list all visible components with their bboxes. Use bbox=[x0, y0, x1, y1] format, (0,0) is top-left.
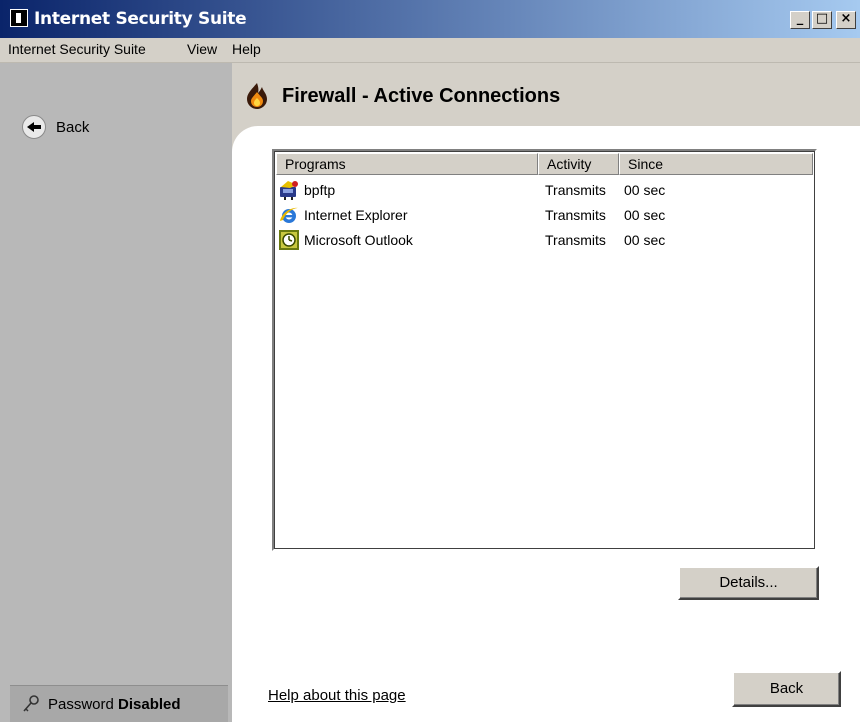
maximize-button[interactable]: □ bbox=[812, 11, 832, 29]
bpftp-icon bbox=[280, 180, 298, 200]
page-header: Firewall - Active Connections bbox=[244, 82, 560, 110]
since-cell: 00 sec bbox=[624, 181, 666, 198]
password-label: Password bbox=[48, 696, 114, 713]
connections-list[interactable]: Programs Activity Since bpftp Transmits … bbox=[272, 149, 817, 551]
program-cell: bpftp bbox=[276, 179, 538, 201]
back-button[interactable]: Back bbox=[732, 671, 841, 707]
sidebar-back-label: Back bbox=[56, 118, 90, 136]
menu-internet-security-suite[interactable]: Internet Security Suite bbox=[8, 41, 146, 57]
menu-bar: Internet Security Suite View Help bbox=[0, 38, 860, 63]
app-icon bbox=[10, 9, 28, 27]
help-link[interactable]: Help about this page bbox=[268, 687, 406, 704]
page-title: Firewall - Active Connections bbox=[282, 84, 561, 107]
password-status-text: Password Disabled bbox=[48, 696, 181, 713]
minimize-button[interactable]: _ bbox=[790, 11, 810, 29]
menu-help[interactable]: Help bbox=[232, 41, 261, 57]
table-row[interactable]: Microsoft Outlook Transmits 00 sec bbox=[276, 227, 813, 252]
left-panel: Back Password Disabled bbox=[0, 63, 232, 722]
program-name: Internet Explorer bbox=[304, 206, 408, 223]
table-row[interactable]: bpftp Transmits 00 sec bbox=[276, 177, 813, 202]
list-rows: bpftp Transmits 00 sec Internet Explorer… bbox=[276, 177, 813, 252]
column-header-since[interactable]: Since bbox=[619, 153, 813, 175]
column-header-activity[interactable]: Activity bbox=[538, 153, 619, 175]
menu-view[interactable]: View bbox=[187, 41, 217, 57]
table-row[interactable]: Internet Explorer Transmits 00 sec bbox=[276, 202, 813, 227]
details-button[interactable]: Details... bbox=[678, 566, 819, 600]
program-cell: Internet Explorer bbox=[276, 204, 538, 226]
since-cell: 00 sec bbox=[624, 231, 666, 248]
window-controls: _ □ × bbox=[790, 11, 856, 29]
activity-cell: Transmits bbox=[545, 181, 606, 198]
key-icon bbox=[23, 695, 39, 712]
internet-explorer-icon bbox=[280, 207, 298, 223]
since-cell: 00 sec bbox=[624, 206, 666, 223]
password-status-bar[interactable]: Password Disabled bbox=[10, 685, 228, 722]
list-header: Programs Activity Since bbox=[276, 153, 813, 175]
column-header-programs[interactable]: Programs bbox=[276, 153, 538, 175]
window-title: Internet Security Suite bbox=[34, 9, 247, 29]
activity-cell: Transmits bbox=[545, 231, 606, 248]
program-cell: Microsoft Outlook bbox=[276, 229, 538, 251]
program-name: Microsoft Outlook bbox=[304, 231, 413, 248]
outlook-icon bbox=[279, 229, 299, 250]
program-name: bpftp bbox=[304, 181, 336, 198]
back-arrow-icon bbox=[22, 115, 46, 139]
sidebar-back-link[interactable]: Back bbox=[22, 115, 89, 139]
close-button[interactable]: × bbox=[836, 11, 856, 29]
title-bar[interactable]: Internet Security Suite _ □ × bbox=[0, 0, 860, 38]
flame-icon bbox=[247, 83, 267, 109]
activity-cell: Transmits bbox=[545, 206, 606, 223]
password-status-value: Disabled bbox=[118, 696, 181, 713]
